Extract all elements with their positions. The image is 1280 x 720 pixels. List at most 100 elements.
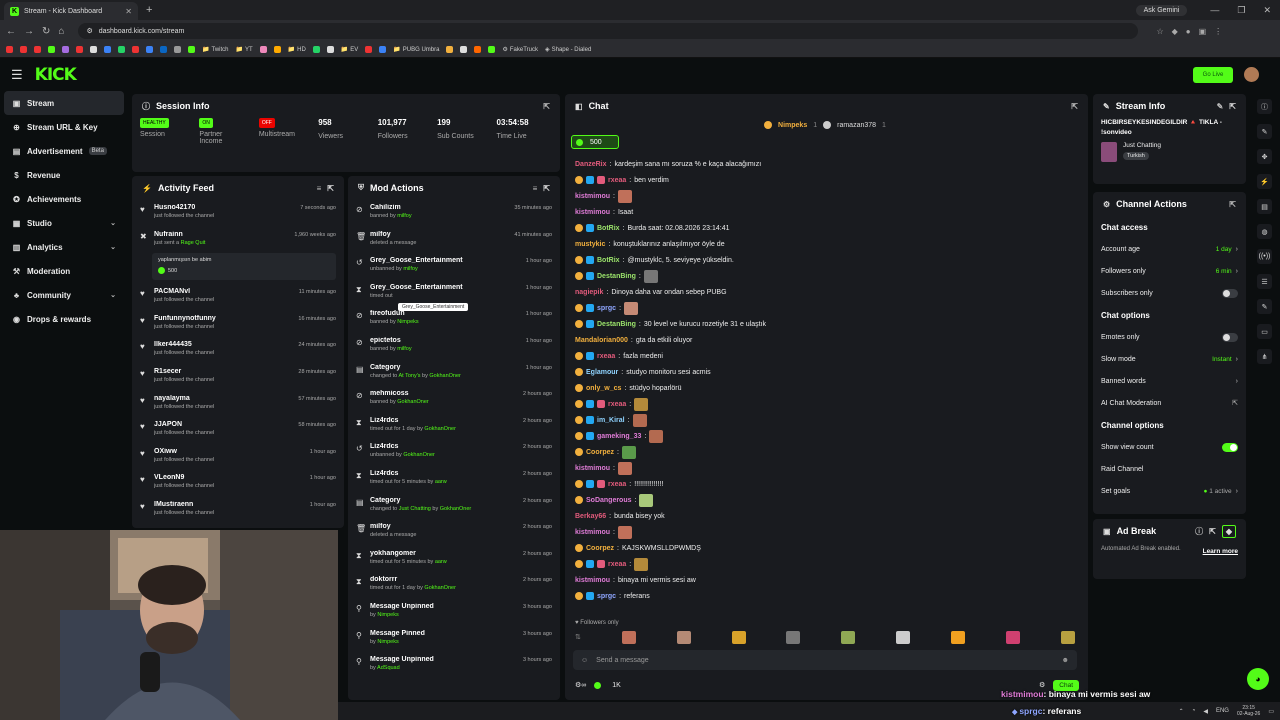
chat-username[interactable]: rxeaa [608,561,626,568]
mod-action-moderator[interactable]: GokhanOner [397,399,429,405]
pop-out-icon[interactable]: ⇱ [1071,102,1078,111]
chat-username[interactable]: mustykic [575,241,605,248]
bookmark-icon[interactable] [62,46,69,53]
bookmark-icon[interactable] [6,46,13,53]
mod-action-target[interactable]: Liz4rdcs [370,470,517,477]
pop-out-icon[interactable]: ⇱ [543,184,550,193]
mod-action-row[interactable]: ⚲ Message Unpinned by Nimpeks 3 hours ago [348,599,560,626]
sidebar-item-drops[interactable]: ◉ Drops & rewards [4,307,124,331]
emote-icon[interactable] [1006,630,1020,644]
bookmark-folder-pubg[interactable]: 📁 PUBG Umbra [393,46,439,54]
home-icon[interactable]: ⌂ [58,26,64,37]
chat-username[interactable]: gameking_33 [597,433,641,440]
show-view-count-toggle[interactable] [1222,442,1238,452]
mod-action-row[interactable]: ⧗ Liz4rdcs timed out for 5 minutes by aarw… [348,466,560,493]
activity-row[interactable]: ♥ IMustiraenn just followed the channel 1 h… [132,497,344,524]
minimize-icon[interactable]: — [1210,5,1219,15]
chat-message[interactable]: DestanBing:30 level ve kurucu rozetiyle … [565,316,1085,332]
followers-only-row[interactable]: Followers only 6 min › [1093,260,1246,282]
bookmark-folder-ev[interactable]: 📁 EV [341,46,359,54]
bookmark-icon[interactable] [326,46,334,53]
kick-logo[interactable]: KICK [35,65,77,85]
pop-out-icon[interactable]: ⇱ [1229,200,1236,209]
window-icon[interactable]: ▭ [1257,324,1272,339]
mod-action-target[interactable]: Liz4rdcs [370,417,517,424]
bookmark-icon[interactable] [379,46,387,53]
browser-tab[interactable]: K Stream - Kick Dashboard ✕ [4,2,138,20]
chat-username[interactable]: Mandalorian000 [575,337,628,344]
activity-row[interactable]: ♥ PACMANvl just followed the channel 11 min… [132,284,344,311]
target-icon[interactable]: ✥ [1257,149,1272,164]
network-icon[interactable]: ◔ [1192,708,1196,714]
chat-message[interactable]: sprgc: referans [565,588,1085,604]
activity-username[interactable]: Funfunnynotfunny [154,315,292,322]
mod-action-moderator[interactable]: milfoy [397,346,411,352]
mod-action-target[interactable]: doktorrr [370,576,517,583]
bookmark-icon[interactable] [34,46,41,53]
emotes-only-toggle[interactable] [1222,332,1238,342]
mod-action-target[interactable]: milfoy [370,231,508,238]
chat-message[interactable]: DanzeRix: kardeşim sana mı soruza % e kaç… [565,156,1085,172]
mod-action-target[interactable]: Cahilizim [370,204,508,211]
extension-icon[interactable]: ● [1186,27,1191,36]
back-icon[interactable]: ← [6,26,16,37]
bookmark-icon[interactable] [188,46,195,53]
sidebar-item-advertisement[interactable]: ▤ Advertisement Beta [4,139,124,163]
sidebar-item-stream[interactable]: ▣ Stream [4,91,124,115]
sidebar-item-achievements[interactable]: ✪ Achievements [4,187,124,211]
emote-icon[interactable] [896,630,911,644]
emote-icon[interactable] [731,630,746,644]
chat-message[interactable]: BotRix: @mustyklc, 5. seviyeye yükseldin. [565,252,1085,268]
chat-message[interactable]: sprgc: [565,300,1085,316]
sidebar-item-moderation[interactable]: ⚒ Moderation [4,259,124,283]
mod-action-moderator[interactable]: Nimpeks [397,319,418,325]
activity-username[interactable]: Husno42170 [154,204,294,211]
mod-action-target[interactable]: milfoy [370,523,517,530]
mod-action-moderator[interactable]: Just Chatting [399,506,431,512]
subscribers-only-toggle[interactable] [1222,288,1238,298]
volume-icon[interactable]: ◀ [1203,708,1208,715]
mod-action-target[interactable]: Liz4rdcs [370,443,517,450]
mod-action-target[interactable]: Message Unpinned [370,603,517,610]
mod-action-moderator[interactable]: At Tony's [398,373,420,379]
mod-action-target[interactable]: Message Pinned [370,630,517,637]
bookmark-icon[interactable] [460,46,468,53]
activity-row[interactable]: ♥ Funfunnynotfunny just followed the chann… [132,311,344,338]
help-chat-icon[interactable]: ◕ [1247,668,1269,690]
chat-bubble-icon[interactable]: ◍ [1257,224,1272,239]
info-icon[interactable]: ⓘ [1257,99,1272,114]
hamburger-menu-icon[interactable]: ☰ [11,67,23,83]
mod-action-moderator[interactable]: aarw [435,559,447,565]
chat-username[interactable]: BotRix [597,257,620,264]
mod-action-row[interactable]: 🗑 milfoy deleted a message 41 minutes ago [348,227,560,254]
activity-row[interactable]: ♥ R1secer just followed the channel 28 minu… [132,364,344,391]
emote-icon[interactable] [951,630,966,644]
go-live-button[interactable]: Go Live [1193,67,1233,83]
mod-action-row[interactable]: ⊘ epictetos banned by milfoy 1 hour ago [348,333,560,360]
chat-message[interactable]: mustykic: konuştuklarınız anlaşılmıyor öy… [565,236,1085,252]
bolt-icon[interactable]: ⚡ [1257,174,1272,189]
emote-icon[interactable] [676,630,691,644]
mod-action-target[interactable]: mehmicoss [370,390,517,397]
pop-out-icon[interactable]: ⇱ [543,102,550,111]
chat-message[interactable]: kistmimou: [565,524,1085,540]
banned-words-row[interactable]: Banned words › [1093,370,1246,392]
mod-action-moderator[interactable]: GokhanOner [403,452,435,458]
emote-icon[interactable] [841,630,856,644]
url-field[interactable]: ⚙ dashboard.kick.com/stream [78,23,1139,39]
bookmark-star-icon[interactable]: ☆ [1156,27,1163,36]
ask-gemini-button[interactable]: Ask Gemini [1135,4,1188,16]
activity-username[interactable]: OXiww [154,448,304,455]
chat-username[interactable]: nagiepik [575,289,603,296]
bookmark-shape[interactable]: ◈ Shape - Dialed [545,46,591,54]
chat-username[interactable]: rxeaa [608,177,626,184]
chat-username[interactable]: Coorpez [586,449,614,456]
chat-message[interactable]: kistmimou: Isaat [565,204,1085,220]
chat-username[interactable]: kistmimou [575,529,610,536]
mod-action-row[interactable]: ⊘ mehmicoss banned by GokhanOner 2 hours ag… [348,386,560,413]
bookmark-icon[interactable] [132,46,139,53]
clock[interactable]: 23:15 02-Aug-26 [1237,705,1260,717]
mod-action-target[interactable]: Message Unpinned [370,656,517,663]
mod-action-row[interactable]: ⧗ Liz4rdcs timed out for 1 day by GokhanOn… [348,413,560,440]
mod-action-row[interactable]: ⊘ Cahilizim banned by milfoy 35 minutes ago [348,200,560,227]
